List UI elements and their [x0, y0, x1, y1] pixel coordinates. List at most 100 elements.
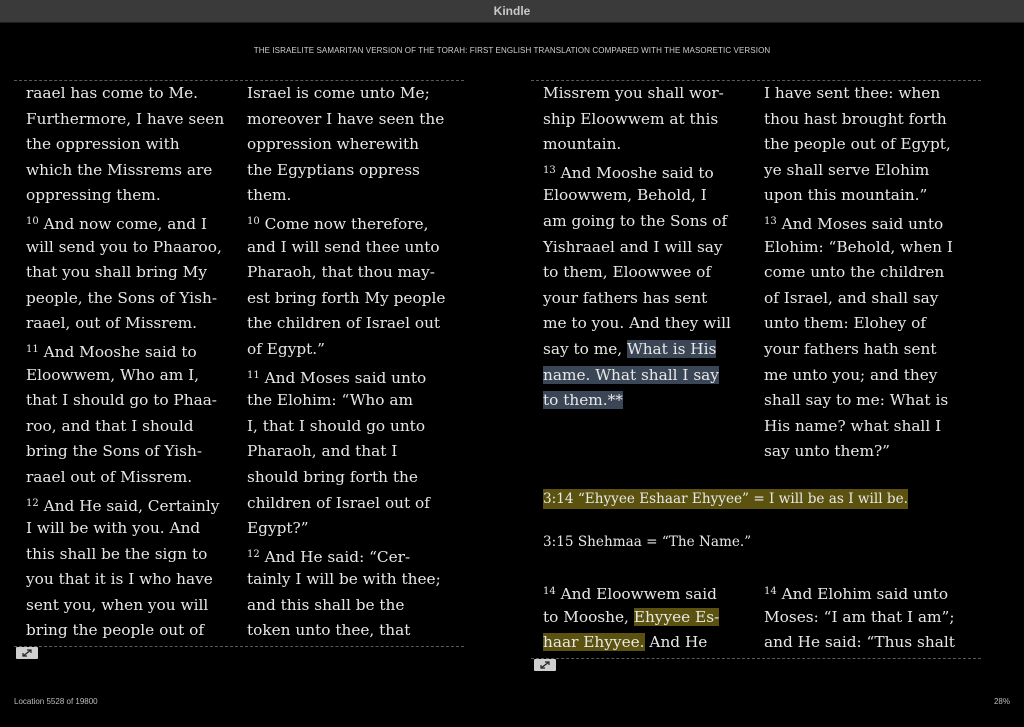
- text-line: shall say to me: What is: [764, 391, 949, 410]
- text-line: come unto the children: [764, 263, 945, 282]
- text-line: 11 And Mooshe said to: [26, 342, 197, 361]
- text-line: 12 And He said, Certainly: [26, 496, 220, 515]
- verse-number: 14: [764, 586, 777, 597]
- text-line: raael, out of Missrem.: [26, 314, 198, 333]
- text-line: oppressing them.: [26, 186, 161, 205]
- highlight-yellow[interactable]: haar Ehyyee.: [543, 633, 645, 652]
- verse-number: 10: [26, 215, 39, 227]
- text-line: that I should go to Phaa-: [26, 391, 217, 410]
- text-line: Furthermore, I have seen: [26, 109, 225, 128]
- text-line: 13 And Mooshe said to: [543, 163, 714, 182]
- left-page[interactable]: raael has come to Me. Furthermore, I hav…: [14, 80, 464, 647]
- text-line: the people out of Egypt,: [764, 135, 951, 154]
- text-line: should bring forth the: [247, 467, 418, 486]
- right-page-masoretic-column: I have sent thee: when thou hast brought…: [764, 81, 953, 465]
- text-line: 13 And Moses said unto: [764, 214, 944, 233]
- text-line: ye shall serve Elohim: [764, 160, 930, 179]
- verse-number: 10: [247, 215, 260, 227]
- text-line: say unto them?”: [764, 442, 890, 461]
- window-title: Kindle: [493, 4, 531, 18]
- expand-icon: [22, 649, 32, 657]
- text-line: and He said: “Thus shalt: [764, 633, 955, 652]
- left-page-masoretic-column: Israel is come unto Me; moreover I have …: [247, 81, 445, 644]
- right-page-samaritan-column: Missrem you shall wor- ship Eloowwem at …: [543, 81, 731, 414]
- text-line: 11 And Moses said unto: [247, 368, 427, 387]
- text-line: est bring forth My people: [247, 288, 446, 307]
- text-line: 10 Come now therefore,: [247, 214, 429, 233]
- verse-number: 11: [247, 369, 260, 381]
- text-line: that you shall bring My: [26, 263, 207, 282]
- right-page-masoretic-column-continued: 14 And Elohim said unto Moses: “I am tha…: [764, 579, 955, 656]
- expand-table-button[interactable]: [534, 659, 556, 671]
- text-line: which the Missrems are: [26, 160, 213, 179]
- text-line: this shall be the sign to: [26, 544, 208, 563]
- text-line: of Israel, and shall say: [764, 288, 939, 307]
- text-line: children of Israel out of: [247, 493, 430, 512]
- text-line: bring the people out of: [26, 621, 205, 640]
- verse-number: 12: [247, 548, 260, 560]
- text-line: I, that I should go unto: [247, 416, 426, 435]
- text-line: 14 And Eloowwem said: [543, 585, 717, 603]
- highlight-blue[interactable]: to them.**: [543, 391, 623, 410]
- text-line: of Egypt.”: [247, 339, 325, 358]
- text-line: raael out of Missrem.: [26, 467, 193, 486]
- highlight-blue[interactable]: What is His: [626, 339, 717, 358]
- text-line: I have sent thee: when: [764, 84, 941, 102]
- text-line: roo, and that I should: [26, 416, 194, 435]
- text-line: the Egyptians oppress: [247, 160, 420, 179]
- text-line: haar Ehyyee. And He: [543, 633, 708, 652]
- verse-number: 13: [543, 164, 556, 176]
- right-page[interactable]: Missrem you shall wor- ship Eloowwem at …: [531, 80, 981, 659]
- text-line: moreover I have seen the: [247, 109, 445, 128]
- text-line: Egypt?”: [247, 519, 309, 538]
- text-line: me unto you; and they: [764, 365, 938, 384]
- footnote-highlighted[interactable]: 3:14 “Ehyyee Eshaar Ehyyee” = I will be …: [543, 489, 908, 509]
- text-line: I will be with you. And: [26, 519, 201, 538]
- text-line: your fathers hath sent: [764, 339, 937, 358]
- text-line: to Mooshe, Ehyyee Es-: [543, 607, 720, 626]
- text-line: me to you. And they will: [543, 314, 731, 333]
- text-line: will send you to Phaaroo,: [26, 237, 222, 256]
- text-line: token unto thee, that: [247, 621, 411, 640]
- text-line: Eloowwem, Behold, I: [543, 186, 707, 205]
- text-line: 14 And Elohim said unto: [764, 585, 949, 603]
- text-line: the Elohim: “Who am: [247, 391, 413, 410]
- progress-percent: 28%: [993, 697, 1010, 706]
- text-line: ship Eloowwem at this: [543, 109, 719, 128]
- location-indicator[interactable]: Location 5528 of 19800: [14, 697, 98, 706]
- text-line: sent you, when you will: [26, 595, 209, 614]
- book-title: THE ISRAELITE SAMARITAN VERSION OF THE T…: [253, 46, 771, 55]
- text-line: bring the Sons of Yish-: [26, 442, 202, 461]
- window-title-bar: Kindle: [0, 0, 1024, 23]
- verse-number: 11: [26, 343, 39, 355]
- text-line: and this shall be the: [247, 595, 405, 614]
- right-page-samaritan-column-continued: 14 And Eloowwem said to Mooshe, Ehyyee E…: [543, 579, 720, 656]
- text-line: raael has come to Me.: [26, 84, 199, 102]
- text-line: Yishraael and I will say: [543, 237, 723, 256]
- highlight-yellow[interactable]: Ehyyee Es-: [633, 607, 720, 626]
- text-line: Moses: “I am that I am”;: [764, 607, 955, 626]
- text-line: Pharaoh, and that I: [247, 442, 398, 461]
- text-line: to them, Eloowwee of: [543, 263, 712, 282]
- text-line: and I will send thee unto: [247, 237, 440, 256]
- text-line: them.: [247, 186, 292, 205]
- text-line: your fathers has sent: [543, 288, 708, 307]
- verse-number: 12: [26, 497, 39, 509]
- text-line: tainly I will be with thee;: [247, 570, 441, 589]
- text-line: unto them: Elohey of: [764, 314, 927, 333]
- text-line: His name? what shall I: [764, 416, 942, 435]
- text-line: thou hast brought forth: [764, 109, 947, 128]
- text-line: the children of Israel out: [247, 314, 441, 333]
- text-line: 10 And now come, and I: [26, 214, 207, 233]
- expand-table-button[interactable]: [16, 647, 38, 659]
- text-line: 12 And He said: “Cer-: [247, 547, 411, 566]
- text-line: am going to the Sons of: [543, 211, 728, 230]
- text-line: to them.**: [543, 388, 731, 414]
- text-line: oppression wherewith: [247, 135, 420, 154]
- text-line: Elohim: “Behold, when I: [764, 237, 953, 256]
- expand-icon: [540, 661, 550, 669]
- verse-number: 14: [543, 586, 556, 597]
- highlight-blue[interactable]: name. What shall I say: [543, 365, 719, 384]
- text-line: mountain.: [543, 135, 622, 154]
- footnote: 3:15 Shehmaa = “The Name.”: [543, 534, 752, 550]
